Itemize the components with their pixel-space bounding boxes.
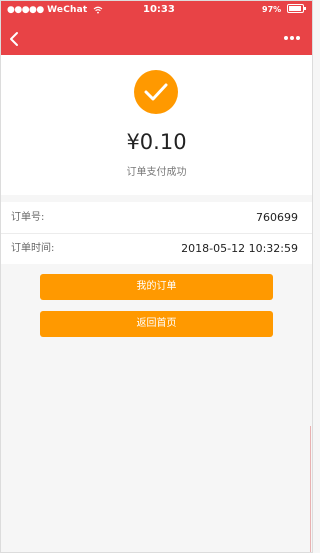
status-time: 10:33 — [143, 4, 175, 15]
order-time-row: 订单时间: 2018-05-12 10:32:59 — [1, 233, 312, 264]
order-number-row: 订单号: 760699 — [1, 202, 312, 234]
order-info-list: 订单号: 760699 订单时间: 2018-05-12 10:32:59 — [1, 202, 312, 264]
back-button[interactable] — [5, 29, 25, 49]
more-dots-icon — [284, 36, 300, 40]
more-button[interactable] — [282, 31, 302, 45]
battery-icon — [287, 4, 306, 13]
payment-status-text: 订单支付成功 — [126, 167, 187, 178]
order-number-label: 订单号: — [11, 212, 45, 223]
signal-icon: ●●●●● — [7, 5, 44, 15]
carrier-name: WeChat — [47, 5, 88, 15]
nav-header: ●●●●● WeChat 10:33 97% — [1, 1, 312, 55]
success-check-icon — [134, 70, 178, 114]
carrier-info: ●●●●● WeChat — [7, 1, 103, 19]
scroll-edge-line — [310, 426, 311, 552]
order-time-value: 2018-05-12 10:32:59 — [181, 242, 298, 255]
chevron-left-icon — [10, 32, 18, 46]
wifi-icon — [93, 5, 103, 15]
status-bar: ●●●●● WeChat 10:33 97% — [1, 1, 312, 21]
payment-result-card: ¥0.10 订单支付成功 — [1, 55, 312, 195]
battery-percent: 97% — [262, 5, 282, 14]
order-number-value: 760699 — [256, 211, 298, 224]
app-screen: ●●●●● WeChat 10:33 97% ¥0.10 订单支付成功 订单号:… — [0, 0, 313, 553]
payment-amount: ¥0.10 — [126, 130, 187, 154]
my-orders-button[interactable]: 我的订单 — [40, 274, 273, 300]
battery-status: 97% — [262, 1, 306, 19]
order-time-label: 订单时间: — [11, 243, 55, 254]
back-home-button[interactable]: 返回首页 — [40, 311, 273, 337]
